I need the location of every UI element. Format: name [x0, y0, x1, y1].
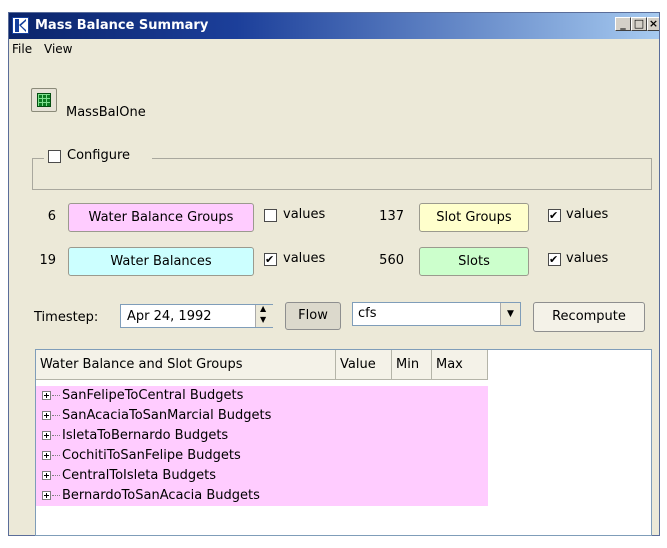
expand-icon[interactable]: [42, 411, 51, 420]
configure-checkbox[interactable]: [48, 150, 61, 163]
configure-label: Configure: [67, 148, 131, 163]
row-label: BernardoToSanAcacia Budgets: [62, 488, 260, 503]
water-balance-groups-button[interactable]: Water Balance Groups: [68, 203, 254, 232]
table-row[interactable]: SanFelipeToCentral Budgets: [36, 386, 488, 406]
expand-icon[interactable]: [42, 471, 51, 480]
flow-button[interactable]: Flow: [285, 302, 341, 330]
water-balances-count: 19: [39, 253, 56, 268]
table-row[interactable]: IsletaToBernardo Budgets: [36, 426, 488, 446]
mass-balance-name: MassBalOne: [66, 105, 146, 120]
window-title: Mass Balance Summary: [35, 18, 209, 33]
row-label: IsletaToBernardo Budgets: [62, 428, 229, 443]
spreadsheet-icon: [37, 93, 51, 107]
timestep-label: Timestep:: [34, 310, 99, 325]
table-row[interactable]: CentralToIsleta Budgets: [36, 466, 488, 486]
water-balance-groups-count: 6: [47, 209, 56, 224]
menu-bar: File View: [9, 39, 659, 59]
slot-groups-button[interactable]: Slot Groups: [419, 203, 529, 232]
title-bar[interactable]: Mass Balance Summary _ □ ×: [9, 13, 659, 39]
units-select[interactable]: cfs ▼: [352, 302, 521, 326]
row-label: CentralToIsleta Budgets: [62, 468, 216, 483]
slot-groups-count: 137: [379, 209, 404, 224]
slots-button[interactable]: Slots: [419, 247, 529, 276]
expand-icon[interactable]: [42, 431, 51, 440]
table-row[interactable]: SanAcaciaToSanMarcial Budgets: [36, 406, 488, 426]
spin-down-icon[interactable]: ▼: [260, 315, 266, 324]
tree-line: [52, 495, 60, 496]
timestep-field[interactable]: Apr 24, 1992 ▲ ▼: [120, 304, 273, 328]
column-header-min[interactable]: Min: [392, 350, 432, 380]
timestep-value: Apr 24, 1992: [127, 309, 212, 324]
minimize-button[interactable]: _: [615, 17, 631, 31]
water-balances-button[interactable]: Water Balances: [68, 247, 254, 276]
menu-file[interactable]: File: [12, 42, 32, 56]
expand-icon[interactable]: [42, 391, 51, 400]
tree-line: [52, 455, 60, 456]
column-header-groups[interactable]: Water Balance and Slot Groups: [36, 350, 336, 380]
row-label: SanAcaciaToSanMarcial Budgets: [62, 408, 272, 423]
units-value: cfs: [358, 306, 377, 321]
water-balance-groups-values-checkbox[interactable]: [264, 209, 277, 222]
maximize-button[interactable]: □: [631, 17, 647, 31]
water-balance-groups-values-label: values: [283, 207, 326, 222]
chevron-down-icon[interactable]: ▼: [500, 303, 520, 325]
spin-up-icon[interactable]: ▲: [260, 304, 266, 313]
close-button[interactable]: ×: [647, 17, 659, 31]
slot-groups-values-label: values: [566, 207, 609, 222]
menu-view[interactable]: View: [44, 42, 72, 56]
row-label: SanFelipeToCentral Budgets: [62, 388, 244, 403]
timestep-spinner[interactable]: ▲ ▼: [255, 304, 273, 327]
row-label: CochitiToSanFelipe Budgets: [62, 448, 241, 463]
expand-icon[interactable]: [42, 491, 51, 500]
column-header-max[interactable]: Max: [432, 350, 488, 380]
slots-values-label: values: [566, 251, 609, 266]
slots-count: 560: [379, 253, 404, 268]
tree-line: [52, 435, 60, 436]
water-balances-values-label: values: [283, 251, 326, 266]
slots-values-checkbox[interactable]: [548, 253, 561, 266]
tree-line: [52, 395, 60, 396]
table-row[interactable]: BernardoToSanAcacia Budgets: [36, 486, 488, 506]
groups-table: Water Balance and Slot Groups Value Min …: [35, 349, 652, 536]
riverware-logo-icon: [12, 17, 29, 34]
water-balances-values-checkbox[interactable]: [264, 253, 277, 266]
expand-icon[interactable]: [42, 451, 51, 460]
table-row[interactable]: CochitiToSanFelipe Budgets: [36, 446, 488, 466]
tree-line: [52, 475, 60, 476]
recompute-button[interactable]: Recompute: [533, 302, 645, 332]
column-header-value[interactable]: Value: [336, 350, 392, 380]
tree-line: [52, 415, 60, 416]
slot-groups-values-checkbox[interactable]: [548, 209, 561, 222]
mass-balance-calc-button[interactable]: [31, 88, 57, 112]
